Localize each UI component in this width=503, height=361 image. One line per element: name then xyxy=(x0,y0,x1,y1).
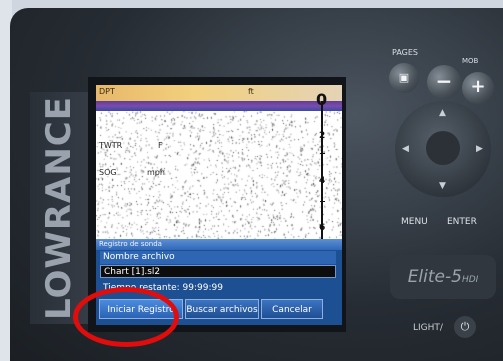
water-temp-label: TWTR xyxy=(99,141,123,150)
mob-label: MOB xyxy=(462,57,479,65)
depth-scale-label: 4 xyxy=(319,176,326,186)
minus-icon[interactable]: − xyxy=(427,65,461,99)
start-recording-button[interactable]: Iniciar Registro xyxy=(99,299,183,319)
enter-button[interactable]: ENTER xyxy=(447,217,477,227)
pages-icon[interactable]: ▣ xyxy=(389,63,419,93)
dialog-title: Registro de sonda xyxy=(96,239,342,250)
filename-field[interactable]: Chart [1].sl2 xyxy=(100,265,336,278)
sonar-log-dialog: Registro de sonda Nombre archivo Chart [… xyxy=(96,239,342,325)
direction-pad-center xyxy=(426,131,460,165)
photo-scene: LOWRANCE DPT ft TWTR F SOG mph 0 2 4 6 R… xyxy=(0,0,503,361)
arrow-down-icon[interactable]: ▼ xyxy=(439,181,446,191)
time-remaining: Tiempo restante: 99:99:99 xyxy=(103,283,223,293)
depth-tick xyxy=(320,201,325,202)
filename-label: Nombre archivo xyxy=(100,251,336,264)
brand-logo: LOWRANCE xyxy=(39,96,79,320)
depth-scale-label: 2 xyxy=(319,131,326,141)
arrow-right-icon[interactable]: ▶ xyxy=(476,144,483,154)
power-icon[interactable]: ⏻ xyxy=(454,316,476,338)
speed-label: SOG xyxy=(99,168,117,177)
depth-unit: ft xyxy=(248,87,254,96)
water-temp-unit: F xyxy=(158,141,163,150)
depth-scale-label: 0 xyxy=(316,90,328,109)
plus-icon[interactable]: + xyxy=(462,72,494,104)
arrow-up-icon[interactable]: ▲ xyxy=(439,108,446,118)
pages-label: PAGES xyxy=(392,48,418,57)
model-badge: Elite-5HDI xyxy=(390,255,496,299)
depth-tick xyxy=(320,153,325,154)
sonar-screen: DPT ft TWTR F SOG mph 0 2 4 6 Registro d… xyxy=(96,85,342,325)
speed-unit: mph xyxy=(147,168,165,177)
surface-clutter xyxy=(96,101,342,111)
model-name: Elite-5 xyxy=(407,267,462,287)
light-label: LIGHT/ xyxy=(413,323,443,333)
model-suffix: HDI xyxy=(461,275,479,285)
cancel-button[interactable]: Cancelar xyxy=(261,299,323,319)
depth-label: DPT xyxy=(99,87,115,96)
data-bar: DPT ft xyxy=(96,85,342,101)
menu-button[interactable]: MENU xyxy=(401,217,428,227)
arrow-left-icon[interactable]: ◀ xyxy=(402,144,409,154)
depth-scale-label: 6 xyxy=(319,223,326,233)
search-files-button[interactable]: Buscar archivos xyxy=(185,299,259,319)
